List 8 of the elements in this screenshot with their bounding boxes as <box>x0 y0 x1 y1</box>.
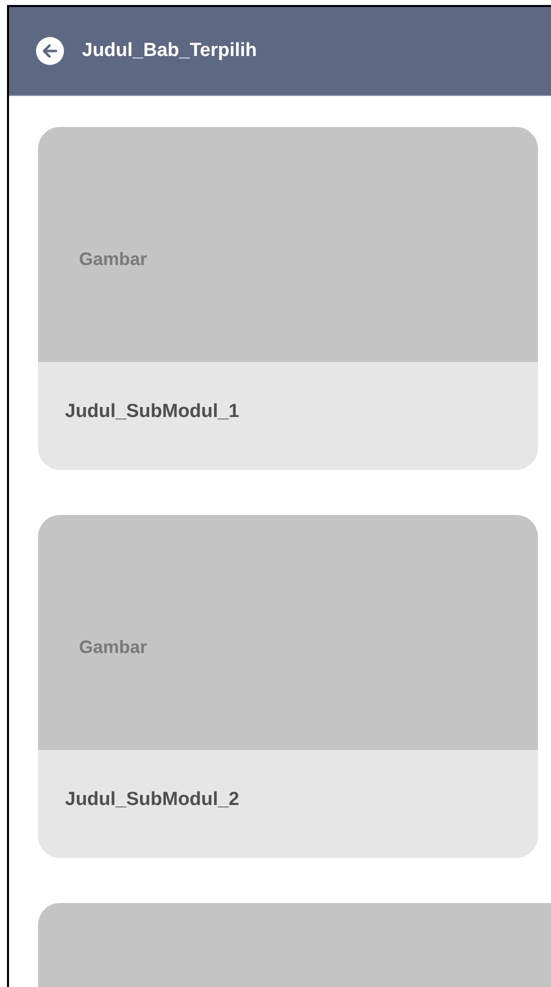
card-title: Judul_SubModul_2 <box>65 789 240 811</box>
submodule-card[interactable]: Gambar Judul_SubModul_1 <box>38 127 538 470</box>
screen-title: Judul_Bab_Terpilih <box>82 40 257 62</box>
card-title: Judul_SubModul_1 <box>65 401 240 423</box>
back-icon[interactable] <box>36 37 64 65</box>
image-label: Gambar <box>79 637 148 658</box>
submodule-card[interactable]: Gambar Judul_SubModul_2 <box>38 515 538 858</box>
image-label: Gambar <box>79 249 148 270</box>
